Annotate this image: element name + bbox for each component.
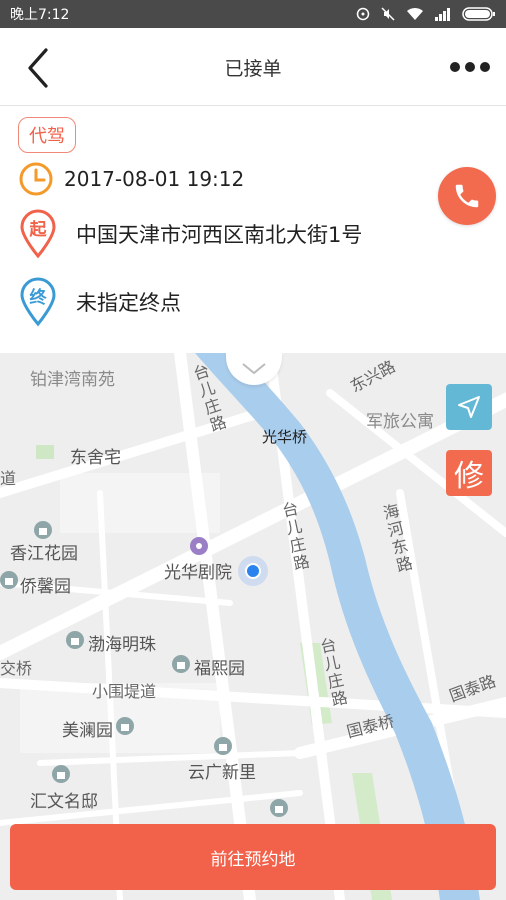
page-title: 已接单 bbox=[224, 58, 282, 80]
chevron-down-icon bbox=[242, 363, 266, 375]
wifi-icon bbox=[406, 7, 424, 21]
building-icon bbox=[0, 571, 18, 589]
battery-icon bbox=[462, 7, 496, 21]
order-time: 2017-08-01 19:12 bbox=[64, 167, 245, 191]
poi bbox=[190, 537, 208, 555]
current-location-marker bbox=[238, 556, 268, 586]
more-dot-icon bbox=[465, 62, 475, 72]
poi bbox=[0, 571, 18, 589]
more-options-button[interactable] bbox=[446, 52, 494, 82]
map-label: 军旅公寓 bbox=[366, 412, 434, 432]
order-info-panel: 代驾 2017-08-01 19:12 起 中国天津市河西区南北大街1号 终 未… bbox=[0, 107, 506, 353]
map-label: 东舍宅 bbox=[70, 448, 121, 468]
end-marker-label: 终 bbox=[29, 288, 47, 308]
modify-button[interactable]: 修 bbox=[446, 450, 492, 496]
navigation-arrow-icon bbox=[458, 396, 480, 418]
order-time-row: 2017-08-01 19:12 bbox=[18, 161, 244, 197]
building-icon bbox=[34, 521, 52, 539]
status-bar: 晚上7:12 bbox=[0, 0, 506, 28]
mute-icon bbox=[380, 6, 396, 22]
end-address-row: 终 未指定终点 bbox=[18, 277, 181, 327]
poi bbox=[116, 717, 134, 735]
current-location-dot bbox=[245, 563, 261, 579]
more-dot-icon bbox=[450, 62, 460, 72]
app-header: 已接单 bbox=[0, 28, 506, 106]
end-pin-icon: 终 bbox=[18, 277, 58, 327]
map-label: 汇文名邸 bbox=[30, 792, 98, 812]
map-label: 侨馨园 bbox=[20, 577, 71, 597]
end-address: 未指定终点 bbox=[76, 291, 181, 315]
theater-icon bbox=[190, 537, 208, 555]
building-icon bbox=[52, 765, 70, 783]
status-icons bbox=[356, 6, 496, 22]
building-icon bbox=[172, 655, 190, 673]
road-label: 交桥 bbox=[0, 659, 33, 678]
call-button[interactable] bbox=[438, 167, 496, 225]
start-address-row: 起 中国天津市河西区南北大街1号 bbox=[18, 209, 362, 259]
start-pin-icon: 起 bbox=[18, 209, 58, 259]
map-label: 渤海明珠 bbox=[88, 635, 156, 655]
poi bbox=[66, 631, 84, 649]
poi bbox=[34, 521, 52, 539]
poi bbox=[52, 765, 70, 783]
locate-button[interactable] bbox=[446, 384, 492, 430]
poi bbox=[172, 655, 190, 673]
status-time: 晚上7:12 bbox=[10, 7, 70, 23]
start-marker-label: 起 bbox=[29, 220, 47, 240]
map-label: 美澜园 bbox=[62, 721, 113, 741]
building-icon bbox=[270, 799, 288, 817]
map-label: 福熙园 bbox=[194, 659, 245, 679]
more-dot-icon bbox=[480, 62, 490, 72]
bridge-label: 光华桥 bbox=[262, 428, 308, 446]
building-icon bbox=[66, 631, 84, 649]
go-to-pickup-button[interactable]: 前往预约地 bbox=[10, 824, 496, 890]
map-view[interactable]: 铂津湾南苑 东舍宅 道 香江花园 侨馨园 光华剧院 渤海明珠 交桥 福熙园 小围… bbox=[0, 353, 506, 900]
map-label: 云广新里 bbox=[188, 763, 256, 783]
road-label: 小围堤道 bbox=[92, 682, 157, 701]
clock-icon bbox=[19, 162, 53, 196]
building-icon bbox=[214, 737, 232, 755]
service-type-tag: 代驾 bbox=[18, 117, 76, 153]
poi bbox=[214, 737, 232, 755]
map-label: 香江花园 bbox=[10, 544, 78, 564]
building-icon bbox=[116, 717, 134, 735]
map-label: 铂津湾南苑 bbox=[30, 370, 115, 390]
signal-icon bbox=[434, 7, 452, 21]
start-address: 中国天津市河西区南北大街1号 bbox=[76, 223, 363, 247]
road-label: 道 bbox=[0, 469, 17, 488]
map-background bbox=[0, 353, 506, 900]
map-label: 光华剧院 bbox=[164, 563, 232, 583]
phone-icon bbox=[455, 184, 479, 208]
alarm-icon bbox=[356, 7, 370, 21]
poi bbox=[270, 799, 288, 817]
